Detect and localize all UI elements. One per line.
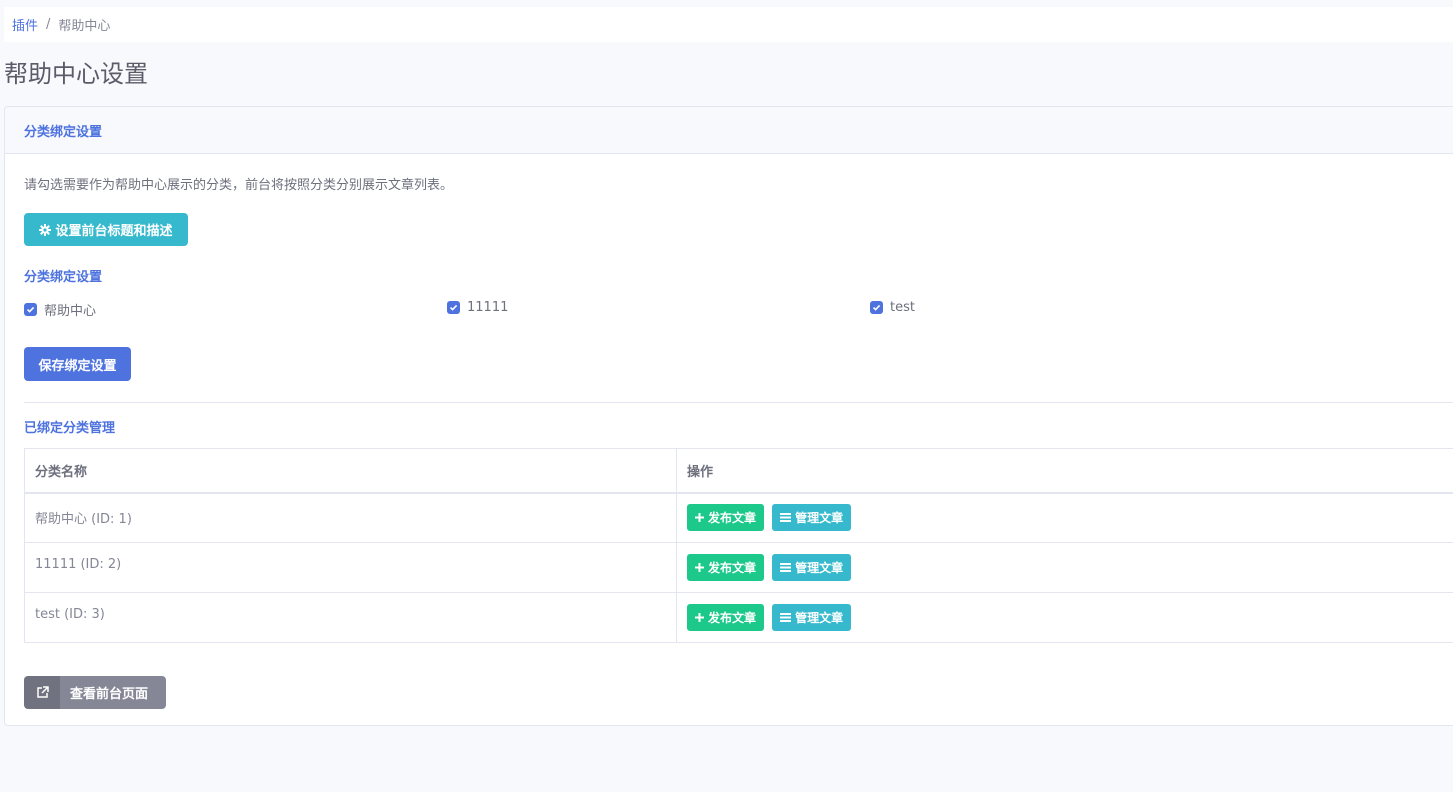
category-name-cell: test (ID: 3) xyxy=(24,592,677,643)
category-name-cell: 11111 (ID: 2) xyxy=(24,542,677,593)
category-label: 11111 xyxy=(467,300,509,315)
publish-article-button[interactable]: 发布文章 xyxy=(687,504,765,532)
binding-section-title: 分类绑定设置 xyxy=(24,270,103,285)
breadcrumb-current: 帮助中心 xyxy=(58,19,111,34)
manage-articles-button[interactable]: 管理文章 xyxy=(772,504,852,532)
table-row: test (ID: 3) 发布文章 管理文章 xyxy=(24,592,1453,643)
plus-icon xyxy=(695,513,704,523)
breadcrumb-link-plugins[interactable]: 插件 xyxy=(12,15,38,34)
manage-section-title: 已绑定分类管理 xyxy=(24,421,116,436)
description-text: 请勾选需要作为帮助中心展示的分类，前台将按照分类分别展示文章列表。 xyxy=(24,178,454,193)
view-front-page-button[interactable]: 查看前台页面 xyxy=(24,676,166,709)
page-title: 帮助中心设置 xyxy=(4,60,148,88)
category-checkbox-test[interactable]: test xyxy=(870,300,915,315)
manage-label: 管理文章 xyxy=(795,611,844,625)
plus-icon xyxy=(695,613,704,622)
manage-articles-button[interactable]: 管理文章 xyxy=(772,554,852,581)
actions-cell: 发布文章 管理文章 xyxy=(676,492,1453,543)
manage-label: 管理文章 xyxy=(795,511,844,526)
column-header-name: 分类名称 xyxy=(24,448,677,494)
checkbox-checked-icon[interactable] xyxy=(870,301,883,314)
list-icon xyxy=(780,563,792,572)
checkbox-checked-icon[interactable] xyxy=(24,303,37,316)
list-icon xyxy=(780,613,792,622)
category-label: 帮助中心 xyxy=(44,304,97,319)
breadcrumb: 插件 / 帮助中心 xyxy=(4,7,1453,42)
publish-label: 发布文章 xyxy=(708,611,757,625)
actions-cell: 发布文章 管理文章 xyxy=(676,592,1453,643)
plus-icon xyxy=(695,563,704,572)
category-checkbox-help-center[interactable]: 帮助中心 xyxy=(24,300,96,319)
publish-article-button[interactable]: 发布文章 xyxy=(687,604,765,631)
front-settings-button[interactable]: 设置前台标题和描述 xyxy=(24,213,188,246)
front-settings-label: 设置前台标题和描述 xyxy=(55,224,173,239)
manage-articles-button[interactable]: 管理文章 xyxy=(772,604,852,631)
manage-label: 管理文章 xyxy=(795,561,844,575)
breadcrumb-separator: / xyxy=(46,17,51,32)
publish-label: 发布文章 xyxy=(708,561,757,575)
table-header-row: 分类名称 操作 xyxy=(24,448,1453,494)
view-front-page-label: 查看前台页面 xyxy=(70,687,149,702)
table-row: 11111 (ID: 2) 发布文章 管理文章 xyxy=(24,542,1453,593)
external-link-icon xyxy=(24,676,60,709)
publish-article-button[interactable]: 发布文章 xyxy=(687,554,765,581)
actions-cell: 发布文章 管理文章 xyxy=(676,542,1453,593)
category-label: test xyxy=(890,300,915,315)
divider xyxy=(24,402,1453,403)
checkbox-checked-icon[interactable] xyxy=(447,301,460,314)
column-header-actions: 操作 xyxy=(676,448,1453,494)
publish-label: 发布文章 xyxy=(708,511,757,526)
list-icon xyxy=(780,513,792,523)
card-header: 分类绑定设置 xyxy=(5,107,1453,154)
category-checkbox-11111[interactable]: 11111 xyxy=(447,300,508,315)
bound-categories-table: 分类名称 操作 帮助中心 (ID: 1) 发布文章 管理文章 11111 (ID… xyxy=(24,448,1453,643)
category-name-cell: 帮助中心 (ID: 1) xyxy=(24,492,677,543)
save-binding-button[interactable]: 保存绑定设置 xyxy=(24,347,131,381)
binding-card: 分类绑定设置 请勾选需要作为帮助中心展示的分类，前台将按照分类分别展示文章列表。 xyxy=(4,106,1453,726)
gear-icon xyxy=(39,223,52,236)
table-row: 帮助中心 (ID: 1) 发布文章 管理文章 xyxy=(24,492,1453,543)
